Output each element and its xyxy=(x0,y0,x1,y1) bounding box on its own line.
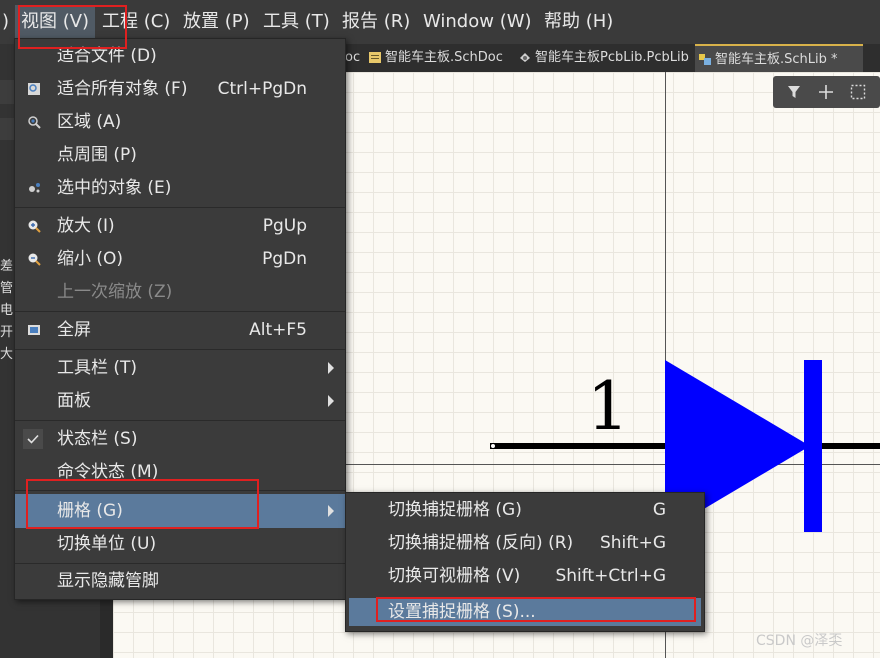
schlib-file-icon xyxy=(699,54,711,65)
left-panel-char: 差 xyxy=(0,259,14,274)
menu-item-shortcut: Ctrl+PgDn xyxy=(217,79,307,99)
checkmark-icon xyxy=(23,429,43,449)
pin-number: 1 xyxy=(587,368,629,445)
zoom-in-icon xyxy=(28,220,41,233)
left-panel-char: 电 xyxy=(0,303,14,318)
menu-item-toggle-visible-grid[interactable]: 切换可视栅格 (V) Shift+Ctrl+G xyxy=(346,560,704,592)
menu-item-label: 选中的对象 (E) xyxy=(57,178,172,198)
zoom-area-icon xyxy=(28,116,41,129)
menu-item-label: 适合所有对象 (F) xyxy=(57,79,188,99)
select-rect-icon[interactable] xyxy=(850,84,866,100)
left-panel-char: 管 xyxy=(0,281,14,296)
menu-separator xyxy=(15,563,345,564)
annotation-box-grids xyxy=(26,479,259,529)
menu-item-label: 全屏 xyxy=(57,320,91,340)
menu-item-label: 切换可视栅格 (V) xyxy=(388,566,521,586)
annotation-box-set-snap-grid xyxy=(376,597,696,622)
menu-item-zoom-in[interactable]: 放大 (I) PgUp xyxy=(15,210,345,242)
menu-item-full-screen[interactable]: 全屏 Alt+F5 xyxy=(15,314,345,346)
submenu-arrow-icon xyxy=(328,505,334,517)
left-panel-text: 差 管 电 开 大 xyxy=(0,256,13,366)
menu-item-previous-zoom[interactable]: 上一次缩放 (Z) xyxy=(15,276,345,308)
menu-reports[interactable]: 报告 (R) xyxy=(342,11,410,33)
pin-hotspot xyxy=(490,443,496,449)
tab-schdoc[interactable]: 智能车主板.SchDoc xyxy=(365,44,530,72)
left-panel-char: 大 xyxy=(0,347,14,362)
menu-item-selected-objects[interactable]: 选中的对象 (E) xyxy=(15,172,345,204)
menu-item-toolbars[interactable]: 工具栏 (T) xyxy=(15,352,345,384)
menu-item-shortcut: G xyxy=(652,500,666,520)
menu-place[interactable]: 放置 (P) xyxy=(183,11,250,33)
tab-pcblib[interactable]: 智能车主板PcbLib.PcbLib xyxy=(515,44,710,72)
annotation-box-view-menu xyxy=(18,5,127,49)
menu-item-label: 工具栏 (T) xyxy=(57,358,138,378)
menu-separator xyxy=(15,311,345,312)
menu-help[interactable]: 帮助 (H) xyxy=(544,11,613,33)
menu-separator xyxy=(15,349,345,350)
menu-window[interactable]: Window (W) xyxy=(423,11,532,33)
menu-item-label: 切换捕捉栅格 (G) xyxy=(388,500,522,520)
fit-all-icon xyxy=(28,83,40,95)
menu-item-label: 放大 (I) xyxy=(57,216,115,236)
menu-item-shortcut: Shift+Ctrl+G xyxy=(555,566,666,586)
menu-item-label: 切换捕捉栅格 (反向) (R) xyxy=(388,533,574,553)
menu-item-toggle-units[interactable]: 切换单位 (U) xyxy=(15,528,345,560)
menu-item-zoom-out[interactable]: 缩小 (O) PgDn xyxy=(15,243,345,275)
tab-label: 智能车主板PcbLib.PcbLib xyxy=(535,50,689,65)
left-panel-char: 开 xyxy=(0,325,14,340)
menu-item-shortcut: PgUp xyxy=(262,216,307,236)
menu-tools[interactable]: 工具 (T) xyxy=(263,11,330,33)
schdoc-file-icon xyxy=(369,52,381,63)
document-tab-bar: oc 智能车主板.SchDoc 智能车主板PcbLib.PcbLib 智能车主板… xyxy=(345,44,880,72)
menu-separator xyxy=(15,207,345,208)
menu-separator xyxy=(15,420,345,421)
menu-item-panels[interactable]: 面板 xyxy=(15,385,345,417)
full-screen-icon xyxy=(28,325,40,335)
menu-item-label: 缩小 (O) xyxy=(57,249,124,269)
menu-item-toggle-snap-grid-reverse[interactable]: 切换捕捉栅格 (反向) (R) Shift+G xyxy=(346,527,704,559)
menu-item-shortcut: Alt+F5 xyxy=(249,320,307,340)
menu-item-label: 上一次缩放 (Z) xyxy=(57,282,173,302)
tab-label: 智能车主板.SchDoc xyxy=(385,50,503,65)
plus-icon[interactable] xyxy=(818,84,834,100)
menu-item-label: 状态栏 (S) xyxy=(57,429,138,449)
menu-item-label: 切换单位 (U) xyxy=(57,534,157,554)
submenu-arrow-icon xyxy=(328,395,334,407)
menu-item-toggle-snap-grid[interactable]: 切换捕捉栅格 (G) G xyxy=(346,494,704,526)
menu-item-label: 点周围 (P) xyxy=(57,145,137,165)
diode-cathode-bar xyxy=(804,360,822,532)
tab-label: 智能车主板.SchLib * xyxy=(715,52,838,67)
menu-item-shortcut: Shift+G xyxy=(599,533,666,553)
tab-label: oc xyxy=(345,50,361,65)
zoom-out-icon xyxy=(28,253,41,266)
menu-paren-fragment: ) xyxy=(2,11,10,32)
filter-icon[interactable] xyxy=(787,85,801,99)
menu-item-around-point[interactable]: 点周围 (P) xyxy=(15,139,345,171)
tab-schlib[interactable]: 智能车主板.SchLib * xyxy=(695,44,863,72)
menu-item-label: 面板 xyxy=(57,391,91,411)
selected-objects-icon xyxy=(29,183,40,193)
menu-item-area[interactable]: 区域 (A) xyxy=(15,106,345,138)
menu-item-label: 区域 (A) xyxy=(57,112,122,132)
menu-item-show-hidden-pins[interactable]: 显示隐藏管脚 xyxy=(15,565,345,597)
submenu-arrow-icon xyxy=(328,362,334,374)
watermark: CSDN @泽奀 xyxy=(756,633,843,649)
menu-item-label: 显示隐藏管脚 xyxy=(57,571,159,591)
menu-item-status-bar[interactable]: 状态栏 (S) xyxy=(15,423,345,455)
pcblib-file-icon xyxy=(520,53,530,62)
menu-item-fit-all-objects[interactable]: 适合所有对象 (F) Ctrl+PgDn xyxy=(15,73,345,105)
menu-item-shortcut: PgDn xyxy=(262,249,307,269)
canvas-toolbox xyxy=(773,76,880,108)
